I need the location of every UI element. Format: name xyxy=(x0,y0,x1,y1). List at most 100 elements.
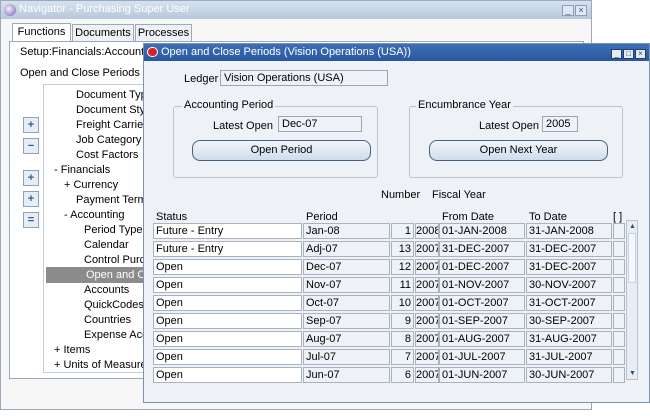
fiscal-year-cell[interactable]: 2007 xyxy=(415,241,439,257)
from-date-cell[interactable]: 31-DEC-2007 xyxy=(439,241,525,257)
tab-processes[interactable]: Processes xyxy=(135,24,192,41)
collapse-icon[interactable]: − xyxy=(23,138,39,154)
tree-item[interactable]: Countries xyxy=(84,312,131,328)
from-date-cell[interactable]: 01-DEC-2007 xyxy=(439,259,525,275)
status-cell[interactable]: Future - Entry xyxy=(153,241,302,257)
status-cell[interactable]: Future - Entry xyxy=(153,223,302,239)
to-date-cell[interactable]: 31-JAN-2008 xyxy=(526,223,612,239)
fiscal-year-cell[interactable]: 2008 xyxy=(415,223,439,239)
tree-item[interactable]: - Accounting xyxy=(64,207,125,223)
tab-documents[interactable]: Documents xyxy=(72,24,134,41)
from-date-cell[interactable]: 01-JUN-2007 xyxy=(439,367,525,383)
number-cell[interactable]: 11 xyxy=(391,277,414,293)
fiscal-year-cell[interactable]: 2007 xyxy=(415,313,439,329)
period-cell[interactable]: Aug-07 xyxy=(303,331,390,347)
ledger-field[interactable]: Vision Operations (USA) xyxy=(220,70,388,86)
to-date-cell[interactable]: 31-AUG-2007 xyxy=(526,331,612,347)
tree-item[interactable]: Open and Close Periods xyxy=(46,267,144,283)
period-cell[interactable]: Sep-07 xyxy=(303,313,390,329)
number-cell[interactable]: 12 xyxy=(391,259,414,275)
period-cell[interactable]: Oct-07 xyxy=(303,295,390,311)
to-date-cell[interactable]: 31-DEC-2007 xyxy=(526,259,612,275)
period-cell[interactable]: Jul-07 xyxy=(303,349,390,365)
scroll-down-icon[interactable]: ▼ xyxy=(628,369,637,378)
from-date-cell[interactable]: 01-NOV-2007 xyxy=(439,277,525,293)
accounting-latest-open-field[interactable]: Dec-07 xyxy=(278,116,362,132)
scroll-up-icon[interactable]: ▲ xyxy=(628,222,637,231)
tree-item[interactable]: Job Category Assignment xyxy=(76,132,144,148)
number-cell[interactable]: 7 xyxy=(391,349,414,365)
row-folder-cell[interactable] xyxy=(613,223,625,239)
tree-item[interactable]: Payment Terms xyxy=(76,192,144,208)
tree-item[interactable]: Control Purchasing Periods xyxy=(84,252,144,268)
tree-item[interactable]: Calendar xyxy=(84,237,129,253)
from-date-cell[interactable]: 01-SEP-2007 xyxy=(439,313,525,329)
expand-all-icon[interactable]: + xyxy=(23,191,39,207)
minimize-icon[interactable]: _ xyxy=(611,49,622,59)
tree-item[interactable]: + Items xyxy=(54,342,90,358)
tree-item[interactable]: Document Types xyxy=(76,87,144,103)
to-date-cell[interactable]: 31-DEC-2007 xyxy=(526,241,612,257)
row-folder-cell[interactable] xyxy=(613,313,625,329)
status-cell[interactable]: Open xyxy=(153,331,302,347)
fiscal-year-cell[interactable]: 2007 xyxy=(415,295,439,311)
tree-item[interactable]: - Financials xyxy=(54,162,110,178)
to-date-cell[interactable]: 30-JUN-2007 xyxy=(526,367,612,383)
number-cell[interactable]: 8 xyxy=(391,331,414,347)
tree-item[interactable]: Cost Factors xyxy=(76,147,138,163)
collapse-all-icon[interactable]: = xyxy=(23,212,39,228)
open-period-button[interactable]: Open Period xyxy=(192,140,371,161)
tab-functions[interactable]: Functions xyxy=(12,23,71,42)
tree-item[interactable]: QuickCodes xyxy=(84,297,144,313)
number-cell[interactable]: 10 xyxy=(391,295,414,311)
from-date-cell[interactable]: 01-AUG-2007 xyxy=(439,331,525,347)
tree-item[interactable]: Expense Account Rules xyxy=(84,327,144,343)
row-folder-cell[interactable] xyxy=(613,367,625,383)
column-header-folder[interactable]: [ ] xyxy=(613,211,622,223)
row-folder-cell[interactable] xyxy=(613,295,625,311)
number-cell[interactable]: 1 xyxy=(391,223,414,239)
from-date-cell[interactable]: 01-JAN-2008 xyxy=(439,223,525,239)
period-cell[interactable]: Dec-07 xyxy=(303,259,390,275)
period-cell[interactable]: Nov-07 xyxy=(303,277,390,293)
expand-branch-icon[interactable]: + xyxy=(23,170,39,186)
row-folder-cell[interactable] xyxy=(613,241,625,257)
status-cell[interactable]: Open xyxy=(153,259,302,275)
expand-icon[interactable]: + xyxy=(23,117,39,133)
fiscal-year-cell[interactable]: 2007 xyxy=(415,277,439,293)
status-cell[interactable]: Open xyxy=(153,277,302,293)
row-folder-cell[interactable] xyxy=(613,277,625,293)
to-date-cell[interactable]: 30-NOV-2007 xyxy=(526,277,612,293)
scroll-thumb[interactable] xyxy=(628,233,636,283)
tree-item[interactable]: + Currency xyxy=(64,177,118,193)
number-cell[interactable]: 6 xyxy=(391,367,414,383)
close-icon[interactable]: × xyxy=(635,49,646,59)
encumbrance-latest-open-field[interactable]: 2005 xyxy=(542,116,578,132)
to-date-cell[interactable]: 30-SEP-2007 xyxy=(526,313,612,329)
period-cell[interactable]: Adj-07 xyxy=(303,241,390,257)
to-date-cell[interactable]: 31-JUL-2007 xyxy=(526,349,612,365)
tree-item[interactable]: Accounts xyxy=(84,282,129,298)
status-cell[interactable]: Open xyxy=(153,295,302,311)
dialog-title-bar[interactable]: Open and Close Periods (Vision Operation… xyxy=(144,44,649,61)
fiscal-year-cell[interactable]: 2007 xyxy=(415,331,439,347)
status-cell[interactable]: Open xyxy=(153,313,302,329)
from-date-cell[interactable]: 01-OCT-2007 xyxy=(439,295,525,311)
fiscal-year-cell[interactable]: 2007 xyxy=(415,367,439,383)
table-scrollbar[interactable]: ▲ ▼ xyxy=(626,220,638,380)
row-folder-cell[interactable] xyxy=(613,259,625,275)
tree-item[interactable]: Freight Carriers xyxy=(76,117,144,133)
row-folder-cell[interactable] xyxy=(613,349,625,365)
maximize-icon[interactable]: □ xyxy=(623,49,634,59)
number-cell[interactable]: 13 xyxy=(391,241,414,257)
status-cell[interactable]: Open xyxy=(153,367,302,383)
fiscal-year-cell[interactable]: 2007 xyxy=(415,349,439,365)
status-cell[interactable]: Open xyxy=(153,349,302,365)
fiscal-year-cell[interactable]: 2007 xyxy=(415,259,439,275)
period-cell[interactable]: Jun-07 xyxy=(303,367,390,383)
open-next-year-button[interactable]: Open Next Year xyxy=(429,140,608,161)
tree-item[interactable]: Document Styles xyxy=(76,102,144,118)
row-folder-cell[interactable] xyxy=(613,331,625,347)
to-date-cell[interactable]: 31-OCT-2007 xyxy=(526,295,612,311)
tree-item[interactable]: + Units of Measure xyxy=(54,357,144,372)
